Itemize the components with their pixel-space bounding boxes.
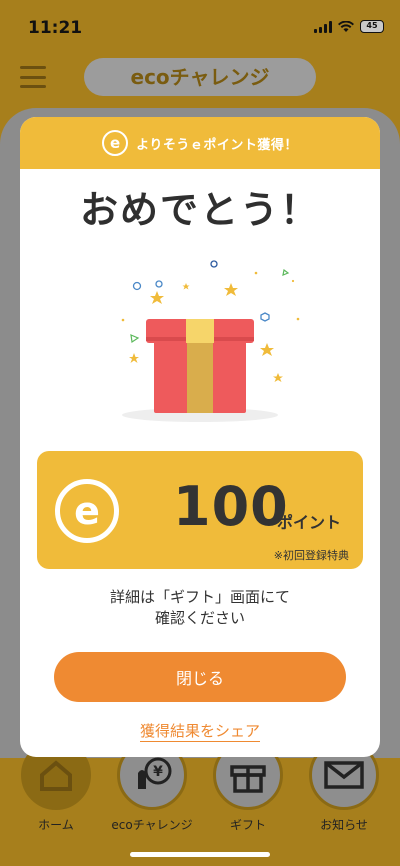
points-earned-modal: e よりそうｅポイント獲得！ おめでとう！ e 100 ポイント ※初回登録特典… bbox=[20, 117, 380, 757]
tab-notifications-label: お知らせ bbox=[320, 818, 368, 832]
status-icons: 45 bbox=[314, 20, 384, 33]
points-card: e 100 ポイント ※初回登録特典 bbox=[37, 451, 363, 569]
share-result-link[interactable]: 獲得結果をシェア bbox=[139, 722, 260, 742]
hamburger-menu-icon[interactable] bbox=[20, 66, 46, 88]
wifi-icon bbox=[338, 20, 354, 32]
modal-banner: e よりそうｅポイント獲得！ bbox=[20, 117, 380, 169]
banner-text: よりそうｅポイント獲得！ bbox=[136, 137, 298, 153]
status-time: 11:21 bbox=[28, 18, 83, 38]
e-point-badge-icon: e bbox=[55, 479, 119, 543]
battery-indicator: 45 bbox=[360, 20, 384, 33]
share-link-row: 獲得結果をシェア bbox=[20, 720, 380, 742]
app-header: ecoチャレンジ bbox=[0, 56, 400, 100]
gift-illustration bbox=[20, 247, 380, 427]
svg-text:¥: ¥ bbox=[153, 764, 163, 780]
points-value: 100 bbox=[173, 475, 289, 538]
gift-box-icon bbox=[121, 260, 300, 422]
tab-bar: ホーム ¥ ecoチャレンジ ギフト お知らせ bbox=[0, 740, 400, 866]
signal-icon bbox=[314, 20, 332, 33]
header-title: ecoチャレンジ bbox=[84, 58, 316, 96]
home-indicator bbox=[130, 852, 270, 857]
points-unit: ポイント bbox=[277, 513, 342, 532]
e-point-icon: e bbox=[102, 130, 129, 156]
tab-eco-challenge-label: ecoチャレンジ bbox=[111, 818, 193, 832]
close-button[interactable]: 閉じる bbox=[54, 652, 346, 702]
detail-text: 詳細は「ギフト」画面にて 確認ください bbox=[20, 587, 380, 629]
points-note: ※初回登録特典 bbox=[273, 549, 349, 562]
tab-gift-label: ギフト bbox=[229, 818, 266, 832]
tab-home-label: ホーム bbox=[38, 818, 74, 832]
detail-line-1: 詳細は「ギフト」画面にて bbox=[109, 588, 290, 606]
status-bar: 11:21 45 bbox=[0, 0, 400, 56]
congrats-title: おめでとう！ bbox=[79, 188, 320, 232]
detail-line-2: 確認ください bbox=[154, 609, 245, 627]
